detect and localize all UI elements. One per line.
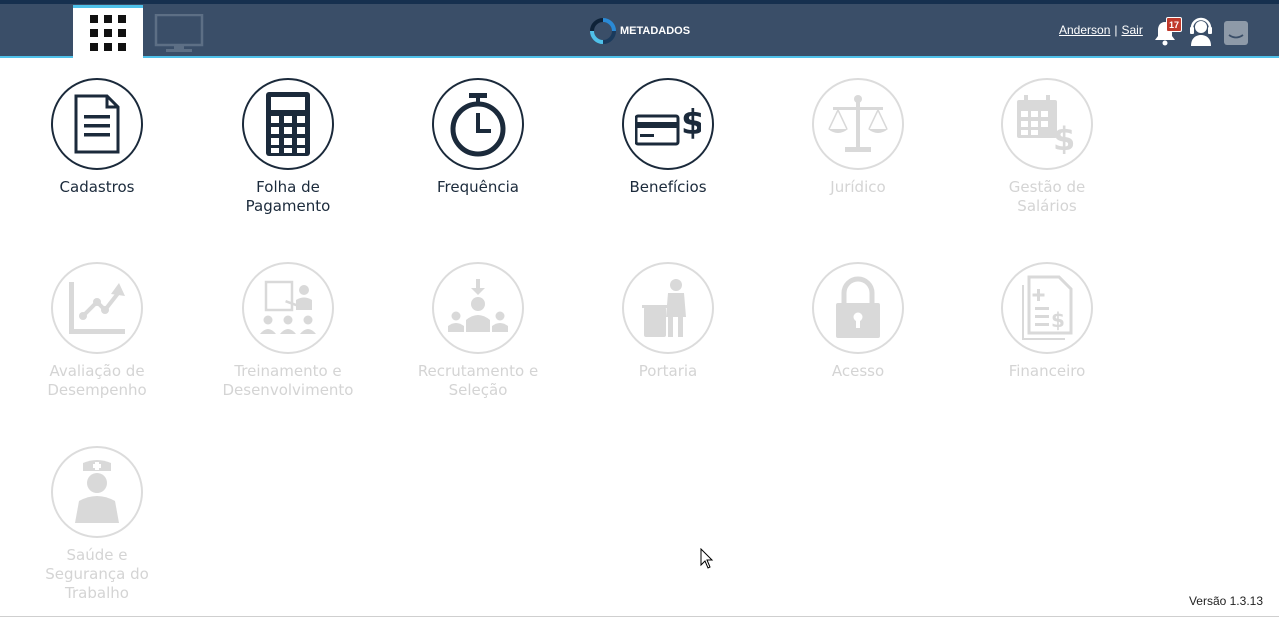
module-circle: $: [622, 78, 714, 170]
document-icon: [74, 94, 120, 154]
presentation-icon: [260, 280, 316, 334]
logo-ring-icon: [590, 18, 616, 44]
svg-text:$: $: [681, 103, 701, 143]
module-circle: [432, 78, 524, 170]
module-gestao-de-salarios[interactable]: $ Gestão de Salários: [972, 78, 1122, 216]
module-circle: [812, 78, 904, 170]
user-separator: |: [1114, 23, 1118, 37]
module-label: Avaliação de Desempenho: [47, 362, 147, 399]
scales-icon: [828, 95, 888, 152]
module-circle: [242, 262, 334, 354]
card-dollar-icon: $: [635, 103, 701, 146]
module-label: Treinamento e Desenvolvimento: [222, 362, 354, 399]
module-acesso[interactable]: Acesso: [783, 262, 933, 381]
reception-icon: [642, 279, 686, 337]
monitor-icon: [154, 14, 204, 52]
module-circle: [51, 262, 143, 354]
module-label: Gestão de Salários: [1008, 178, 1086, 215]
chart-up-icon: [69, 282, 125, 334]
padlock-icon: [836, 276, 880, 338]
module-cadastros[interactable]: Cadastros: [22, 78, 172, 197]
module-circle: [51, 78, 143, 170]
stopwatch-icon: [450, 93, 506, 157]
recruitment-icon: [448, 279, 508, 332]
module-label: Saúde e Segurança do Trabalho: [45, 546, 149, 602]
module-avaliacao-de-desempenho[interactable]: Avaliação de Desempenho: [22, 262, 172, 400]
user-name-link[interactable]: Anderson: [1059, 23, 1110, 37]
header-accent-line: [0, 56, 1279, 58]
financial-doc-icon: $: [1022, 275, 1073, 340]
module-recrutamento-e-selecao[interactable]: Recrutamento e Seleção: [403, 262, 553, 400]
svg-text:$: $: [1051, 308, 1065, 332]
module-financeiro[interactable]: $ Financeiro: [972, 262, 1122, 381]
mouse-cursor-icon: [700, 548, 714, 569]
module-beneficios[interactable]: $ Benefícios: [593, 78, 743, 197]
module-circle: $: [1001, 78, 1093, 170]
user-area: Anderson | Sair: [1059, 23, 1143, 37]
module-juridico[interactable]: Jurídico: [783, 78, 933, 197]
support-agent-icon[interactable]: [1188, 17, 1214, 47]
module-label: Portaria: [638, 362, 698, 380]
module-label: Cadastros: [59, 178, 135, 196]
metadados-logo: METADADOS: [590, 17, 690, 45]
module-circle: [242, 78, 334, 170]
module-circle: $: [1001, 262, 1093, 354]
module-label: Financeiro: [1008, 362, 1086, 380]
notification-badge: 17: [1166, 17, 1182, 32]
module-circle: [622, 262, 714, 354]
module-folha-de-pagamento[interactable]: Folha de Pagamento: [213, 78, 363, 216]
svg-text:$: $: [1053, 120, 1075, 154]
chat-icon[interactable]: [1223, 20, 1249, 46]
module-label: Recrutamento e Seleção: [417, 362, 539, 399]
module-saude-e-seguranca[interactable]: Saúde e Segurança do Trabalho: [22, 446, 172, 603]
grid-icon: [90, 15, 126, 51]
calendar-dollar-icon: $: [1017, 95, 1075, 154]
logo-text: METADADOS: [620, 25, 691, 37]
module-frequencia[interactable]: Frequência: [403, 78, 553, 197]
module-label: Folha de Pagamento: [245, 178, 331, 215]
module-label: Jurídico: [830, 178, 886, 196]
module-portaria[interactable]: Portaria: [593, 262, 743, 381]
module-label: Benefícios: [629, 178, 707, 196]
module-label: Acesso: [831, 362, 885, 380]
module-label: Frequência: [437, 178, 519, 196]
module-treinamento-e-desenvolvimento[interactable]: Treinamento e Desenvolvimento: [213, 262, 363, 400]
module-circle: [432, 262, 524, 354]
calculator-icon: [266, 92, 310, 156]
module-circle: [812, 262, 904, 354]
bottom-divider: [0, 616, 1279, 617]
version-label: Versão 1.3.13: [1188, 594, 1263, 608]
apps-tab[interactable]: [73, 5, 143, 58]
logout-link[interactable]: Sair: [1122, 23, 1143, 37]
module-circle: [51, 446, 143, 538]
nurse-icon: [75, 460, 119, 523]
monitor-tab[interactable]: [154, 14, 204, 56]
